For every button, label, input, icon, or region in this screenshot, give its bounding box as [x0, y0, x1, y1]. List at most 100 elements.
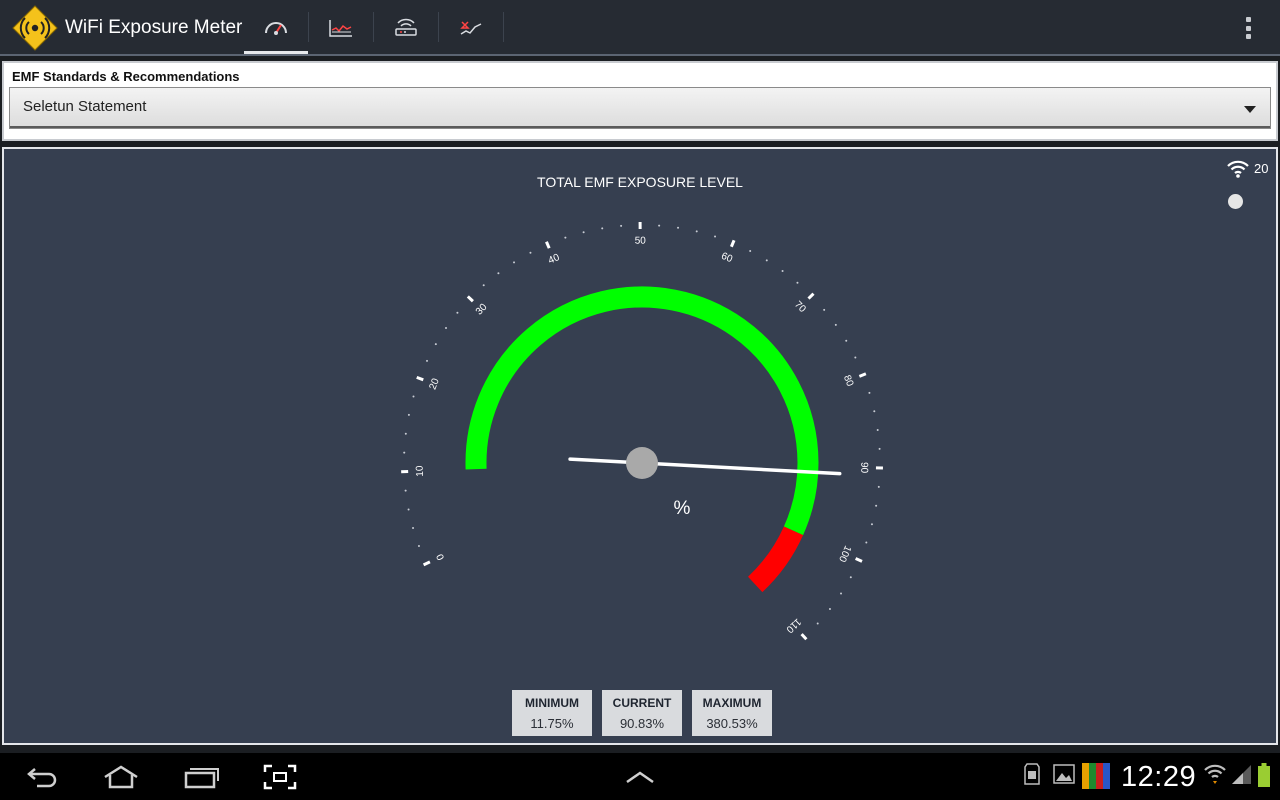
- wifi-signal-icon: [1204, 764, 1226, 784]
- app-title: WiFi Exposure Meter: [65, 17, 243, 38]
- gauge-minor-tick: [564, 236, 567, 239]
- gauge-minor-tick: [840, 592, 843, 595]
- gauge-tick-label: 70: [792, 299, 808, 315]
- recent-apps-button[interactable]: [176, 759, 226, 795]
- gauge-major-tick: [422, 560, 431, 567]
- gauge-major-tick: [466, 295, 474, 303]
- standards-selected-value: Seletun Statement: [23, 98, 147, 115]
- battery-icon: [1258, 763, 1270, 787]
- tab-router[interactable]: [374, 0, 438, 55]
- gauge-minor-tick: [434, 343, 437, 346]
- gauge-minor-tick: [582, 231, 585, 234]
- gauge-minor-tick: [876, 428, 879, 431]
- gauge-minor-tick: [445, 326, 448, 329]
- gauge-tick-label: 80: [841, 374, 855, 389]
- dropdown-arrow-icon: [1244, 106, 1256, 113]
- gauge-minor-tick: [781, 269, 784, 272]
- cell-signal-icon: [1232, 765, 1251, 784]
- gauge-minor-tick: [412, 395, 415, 398]
- screenshot-button[interactable]: [255, 759, 305, 795]
- gauge-tick-label: 40: [547, 252, 562, 267]
- gauge-minor-tick: [834, 323, 837, 326]
- current-stat: CURRENT 90.83%: [602, 690, 682, 736]
- gauge-minor-tick: [513, 261, 516, 264]
- tab-chart[interactable]: [309, 0, 373, 55]
- gauge-minor-tick: [404, 489, 407, 492]
- gauge-minor-tick: [845, 339, 848, 342]
- back-button[interactable]: [17, 759, 67, 795]
- gauge-minor-tick: [658, 224, 661, 227]
- gauge-tick-label: 30: [474, 302, 490, 318]
- gauge-minor-tick: [877, 485, 880, 488]
- maximum-stat: MAXIMUM 380.53%: [692, 690, 772, 736]
- gauge-major-tick: [800, 633, 808, 641]
- gauge-tick-label: 20: [428, 377, 442, 392]
- screenshot-icon: [263, 764, 297, 790]
- gauge-minor-tick: [873, 410, 876, 413]
- gauge-major-tick: [545, 241, 551, 249]
- status-clock: 12:29: [1121, 761, 1197, 793]
- gauge-minor-tick: [407, 508, 410, 511]
- gauge-minor-tick: [765, 259, 768, 262]
- recent-apps-icon: [184, 768, 219, 789]
- maximum-label: MAXIMUM: [702, 696, 762, 710]
- gauge-minor-tick: [870, 523, 873, 526]
- current-value: 90.83%: [619, 716, 665, 731]
- back-icon: [27, 768, 57, 788]
- gauge-minor-tick: [875, 504, 878, 507]
- gauge-tick-label: 10: [415, 465, 426, 477]
- gauge-minor-tick: [456, 311, 459, 314]
- gauge-minor-tick: [407, 413, 410, 416]
- minimum-stat: MINIMUM 11.75%: [512, 690, 592, 736]
- gauge-minor-tick: [497, 272, 500, 275]
- gauge-minor-tick: [482, 284, 485, 287]
- gauge-minor-tick: [412, 526, 415, 529]
- trend-icon: [460, 20, 482, 35]
- overflow-menu-button[interactable]: [1238, 14, 1258, 42]
- exposure-gauge: 0 10 20 30 40 50 60 70 80 90 100 110 %: [401, 221, 883, 641]
- gauge-arc-danger: [747, 526, 804, 593]
- gauge-minor-tick: [854, 356, 857, 359]
- gauge-major-tick: [858, 372, 867, 378]
- gauge-major-tick: [729, 239, 736, 248]
- current-label: CURRENT: [612, 696, 672, 710]
- gauge-major-tick: [855, 557, 863, 563]
- gauge-unit-label: %: [674, 498, 691, 519]
- gauge-minor-tick: [749, 250, 752, 253]
- gauge-tick-label: 110: [783, 616, 802, 635]
- gauge-minor-tick: [601, 227, 604, 230]
- gauge-minor-tick: [529, 251, 532, 254]
- app-drawer-button[interactable]: [615, 759, 665, 795]
- wifi-warning-sign-icon[interactable]: [12, 5, 58, 51]
- gauge-minor-tick: [868, 391, 871, 394]
- meter-panel: TOTAL EMF EXPOSURE LEVEL 20 0 10 20 30 40 50 6…: [2, 147, 1278, 745]
- standards-title: EMF Standards & Recommendations: [12, 69, 240, 84]
- gauge-minor-tick: [865, 541, 868, 544]
- line-chart-icon: [329, 19, 352, 37]
- gauge-minor-tick: [620, 224, 623, 227]
- gauge-minor-tick: [796, 281, 799, 284]
- app-notification-icon[interactable]: [1082, 763, 1110, 789]
- gauge-minor-tick: [403, 451, 406, 454]
- gauge-arc-safe: [465, 286, 819, 536]
- gauge-minor-tick: [426, 359, 429, 362]
- gauge-minor-tick: [849, 576, 852, 579]
- maximum-value: 380.53%: [706, 716, 758, 731]
- gauge-hub: [626, 447, 658, 479]
- router-icon: [395, 18, 417, 36]
- standards-dropdown[interactable]: Seletun Statement: [9, 87, 1271, 129]
- tab-gauge[interactable]: [244, 0, 308, 55]
- gauge-minor-tick: [878, 447, 881, 450]
- gauge-major-tick: [416, 375, 424, 382]
- gauge-tick-label: 50: [635, 236, 647, 247]
- gauge-tick-label: 0: [435, 552, 448, 562]
- system-nav-bar: 12:29: [0, 753, 1280, 800]
- gauge-tick-label: 100: [836, 544, 853, 564]
- chevron-up-icon: [626, 771, 654, 784]
- gauge-minor-tick: [417, 545, 420, 548]
- home-button[interactable]: [96, 759, 146, 795]
- sd-card-icon[interactable]: [1024, 763, 1040, 785]
- emf-standards-panel: EMF Standards & Recommendations Seletun …: [2, 61, 1278, 141]
- tab-trend[interactable]: [439, 0, 503, 55]
- gallery-icon[interactable]: [1053, 763, 1075, 785]
